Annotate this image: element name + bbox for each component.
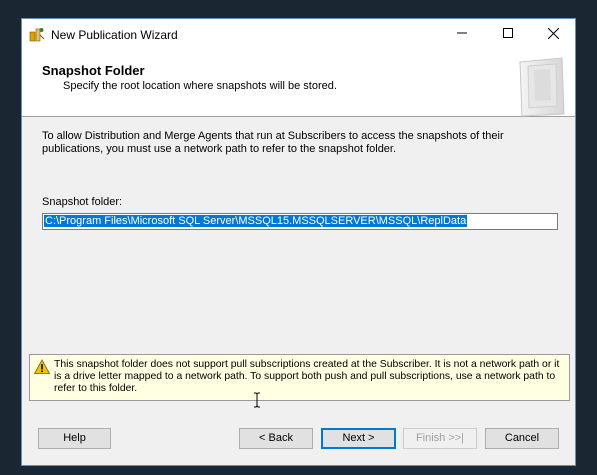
text-cursor-icon (253, 392, 261, 408)
finish-button[interactable]: Finish >>| (403, 428, 477, 449)
wizard-window: New Publication Wizard Snapshot Folder S… (21, 18, 576, 466)
warning-message: This snapshot folder does not support pu… (54, 359, 560, 395)
maximize-icon (503, 28, 513, 41)
page-subtitle: Specify the root location where snapshot… (63, 80, 337, 92)
wizard-header: Snapshot Folder Specify the root locatio… (22, 50, 575, 117)
cancel-button[interactable]: Cancel (485, 428, 559, 449)
close-button[interactable] (530, 19, 576, 50)
minimize-icon (457, 28, 467, 41)
close-icon (547, 27, 559, 42)
warning-panel: This snapshot folder does not support pu… (29, 354, 570, 401)
wizard-app-icon (29, 27, 45, 43)
window-title: New Publication Wizard (51, 28, 178, 42)
minimize-button[interactable] (439, 19, 485, 50)
description-text: To allow Distribution and Merge Agents t… (42, 130, 504, 155)
snapshot-folder-label: Snapshot folder: (42, 196, 123, 208)
page-title: Snapshot Folder (42, 63, 145, 78)
snapshot-folder-input[interactable]: C:\Program Files\Microsoft SQL Server\MS… (42, 213, 558, 230)
next-button[interactable]: Next > (321, 428, 396, 449)
maximize-button[interactable] (485, 19, 531, 50)
help-button[interactable]: Help (38, 428, 111, 449)
warning-icon (33, 359, 51, 375)
title-bar[interactable]: New Publication Wizard (22, 19, 575, 50)
wizard-banner-icon (510, 56, 570, 118)
snapshot-folder-value: C:\Program Files\Microsoft SQL Server\MS… (44, 215, 468, 227)
back-button[interactable]: < Back (239, 428, 313, 449)
